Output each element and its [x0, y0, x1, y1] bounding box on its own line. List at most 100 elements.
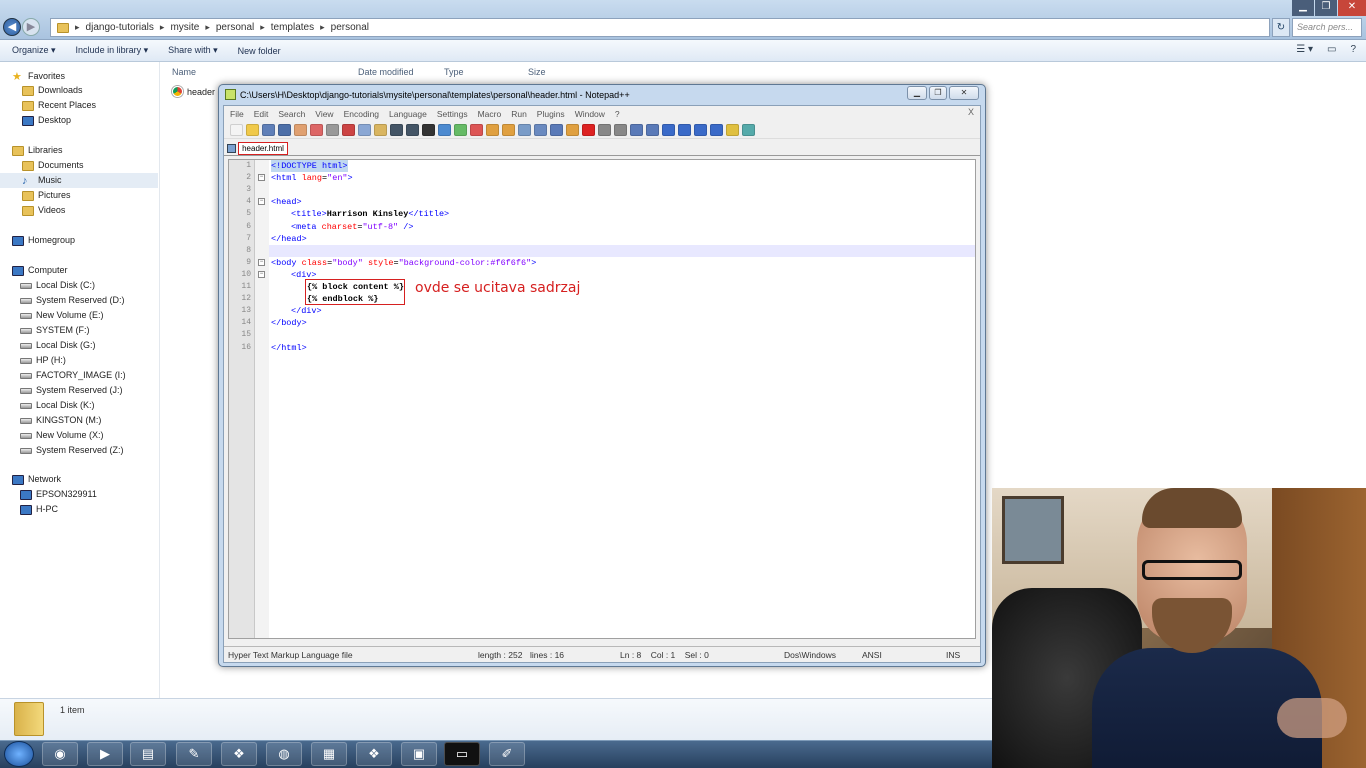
fold-toggle-icon[interactable]: −: [258, 198, 265, 205]
breadcrumb-item[interactable]: personal: [331, 22, 369, 33]
menu-edit[interactable]: Edit: [254, 109, 269, 119]
sync-horizontal-icon[interactable]: [502, 123, 515, 136]
nav-drive[interactable]: System Reserved (D:): [20, 293, 178, 308]
python-taskbar-icon[interactable]: ❖: [221, 742, 257, 766]
close-button[interactable]: ✕: [1338, 0, 1366, 16]
nav-desktop[interactable]: Desktop: [22, 113, 180, 128]
address-bar[interactable]: ▸ django-tutorials ▸ mysite ▸ personal ▸…: [50, 18, 1270, 37]
play-macro-icon[interactable]: [614, 123, 627, 136]
command-prompt-taskbar-icon[interactable]: ▭: [444, 742, 480, 766]
run-macro-multiple-icon[interactable]: [630, 123, 643, 136]
menu-encoding[interactable]: Encoding: [344, 109, 379, 119]
view-options-icon[interactable]: ☰ ▾: [1296, 44, 1313, 55]
save-macro-icon[interactable]: [646, 123, 659, 136]
find-icon[interactable]: [422, 123, 435, 136]
nav-recent-places[interactable]: Recent Places: [22, 98, 180, 113]
save-icon[interactable]: [262, 123, 275, 136]
new-folder-button[interactable]: New folder: [238, 46, 281, 56]
menu-run[interactable]: Run: [511, 109, 527, 119]
indent-guide-icon[interactable]: [550, 123, 563, 136]
include-in-library-button[interactable]: Include in library ▾: [76, 45, 149, 56]
minimize-button[interactable]: ▁: [1292, 0, 1314, 16]
menu-window[interactable]: Window: [575, 109, 605, 119]
menu-search[interactable]: Search: [278, 109, 305, 119]
share-with-button[interactable]: Share with ▾: [168, 45, 218, 56]
nav-videos[interactable]: Videos: [22, 203, 180, 218]
print-icon[interactable]: [326, 123, 339, 136]
forward-arrow-icon[interactable]: ▶: [22, 18, 40, 36]
nav-downloads[interactable]: Downloads: [22, 83, 180, 98]
column-name[interactable]: Name: [172, 67, 196, 77]
spellcheck-icon[interactable]: [726, 123, 739, 136]
menu-view[interactable]: View: [315, 109, 333, 119]
nav-homegroup[interactable]: Homegroup: [12, 233, 170, 248]
close-file-icon[interactable]: [294, 123, 307, 136]
notepad-close-button[interactable]: ✕: [949, 86, 979, 100]
zoom-out-icon[interactable]: [470, 123, 483, 136]
nav-drive[interactable]: FACTORY_IMAGE (I:): [20, 368, 178, 383]
word-wrap-icon[interactable]: [518, 123, 531, 136]
record-macro-icon[interactable]: [582, 123, 595, 136]
media-player-taskbar-icon[interactable]: ▶: [87, 742, 123, 766]
pen-tool-taskbar-icon[interactable]: ✎: [176, 742, 212, 766]
fold-toggle-icon[interactable]: −: [258, 259, 265, 266]
nav-drive[interactable]: System Reserved (J:): [20, 383, 178, 398]
breadcrumb-item[interactable]: mysite: [170, 22, 199, 33]
menu-help[interactable]: ?: [615, 109, 620, 119]
nav-computer[interactable]: Computer: [12, 263, 170, 278]
nav-network[interactable]: Network: [12, 472, 170, 487]
open-file-icon[interactable]: [246, 123, 259, 136]
nav-favorites[interactable]: ★ Favorites: [12, 69, 170, 84]
arrow-up-icon[interactable]: [678, 123, 691, 136]
close-all-icon[interactable]: [310, 123, 323, 136]
nav-drive[interactable]: Local Disk (K:): [20, 398, 178, 413]
nav-drive[interactable]: SYSTEM (F:): [20, 323, 178, 338]
paste-icon[interactable]: [374, 123, 387, 136]
check-icon[interactable]: [742, 123, 755, 136]
organize-button[interactable]: Organize ▾: [12, 45, 56, 56]
network-tool-taskbar-icon[interactable]: ▦: [311, 742, 347, 766]
plugin-icon[interactable]: [662, 123, 675, 136]
notepad-restore-button[interactable]: ❐: [929, 86, 947, 100]
recorder-taskbar-icon[interactable]: ▣: [401, 742, 437, 766]
notepad-plus-plus-taskbar-icon[interactable]: ✐: [489, 742, 525, 766]
cut-icon[interactable]: [342, 123, 355, 136]
undo-icon[interactable]: [390, 123, 403, 136]
nav-libraries[interactable]: Libraries: [12, 143, 170, 158]
redo-icon[interactable]: [406, 123, 419, 136]
nav-drive[interactable]: Local Disk (G:): [20, 338, 178, 353]
breadcrumb-item[interactable]: personal: [216, 22, 254, 33]
show-all-chars-icon[interactable]: [534, 123, 547, 136]
menu-settings[interactable]: Settings: [437, 109, 468, 119]
tab-header-html[interactable]: header.html: [238, 142, 288, 155]
replace-icon[interactable]: [438, 123, 451, 136]
doc-map-icon[interactable]: [566, 123, 579, 136]
nav-drive[interactable]: KINGSTON (M:): [20, 413, 178, 428]
list-icon[interactable]: [710, 123, 723, 136]
nav-drive[interactable]: System Reserved (Z:): [20, 443, 178, 458]
start-button[interactable]: [4, 741, 34, 767]
fold-toggle-icon[interactable]: −: [258, 174, 265, 181]
menu-file[interactable]: File: [230, 109, 244, 119]
zoom-in-icon[interactable]: [454, 123, 467, 136]
new-file-icon[interactable]: [230, 123, 243, 136]
sync-vertical-icon[interactable]: [486, 123, 499, 136]
nav-drive[interactable]: New Volume (E:): [20, 308, 178, 323]
stop-macro-icon[interactable]: [598, 123, 611, 136]
fold-toggle-icon[interactable]: −: [258, 271, 265, 278]
nav-music[interactable]: ♪ Music: [0, 173, 158, 188]
back-arrow-icon[interactable]: ◀: [3, 18, 21, 36]
refresh-icon[interactable]: ↻: [1272, 18, 1290, 37]
menu-macro[interactable]: Macro: [478, 109, 502, 119]
arrow-down-icon[interactable]: [694, 123, 707, 136]
search-input[interactable]: Search pers...: [1292, 18, 1362, 37]
column-date-modified[interactable]: Date modified: [358, 67, 414, 77]
breadcrumb-item[interactable]: django-tutorials: [86, 22, 154, 33]
column-type[interactable]: Type: [444, 67, 464, 77]
breadcrumb-item[interactable]: templates: [271, 22, 314, 33]
nav-pictures[interactable]: Pictures: [22, 188, 180, 203]
notepad-minimize-button[interactable]: ▁: [907, 86, 927, 100]
file-explorer-taskbar-icon[interactable]: ▤: [130, 742, 166, 766]
python-idle-taskbar-icon[interactable]: ❖: [356, 742, 392, 766]
preview-pane-icon[interactable]: ▭: [1327, 44, 1336, 55]
